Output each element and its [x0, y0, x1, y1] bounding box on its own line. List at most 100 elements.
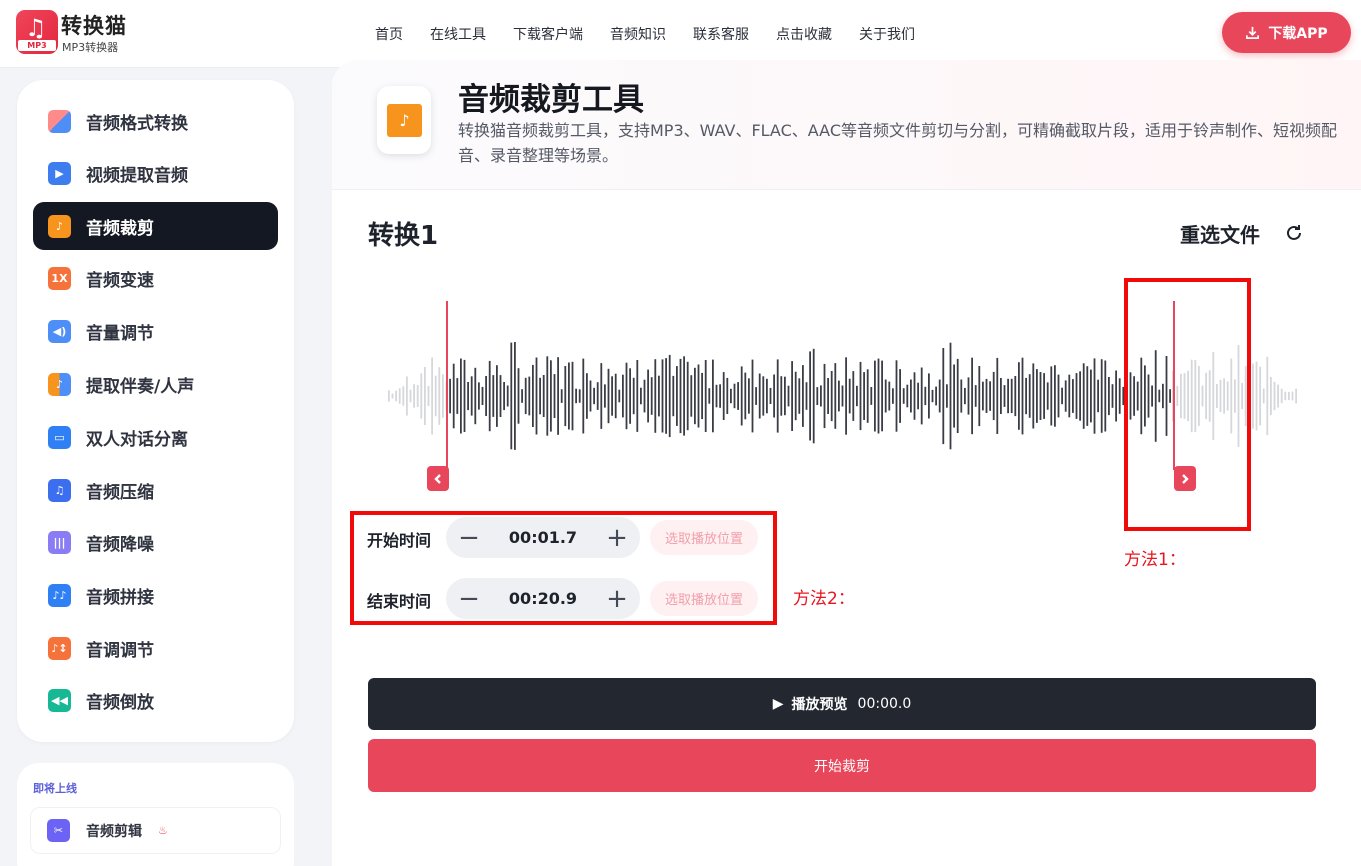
waveform-bar: [532, 364, 534, 427]
annotation-method-1: 方法1：: [1124, 550, 1186, 570]
waveform-bar: [859, 361, 862, 431]
waveform-bar: [434, 375, 437, 417]
waveform-bar: [1079, 371, 1081, 421]
refresh-icon[interactable]: [1284, 223, 1304, 243]
sidebar-item-label: 音频拼接: [86, 587, 154, 608]
nav-bookmark[interactable]: 点击收藏: [776, 24, 832, 44]
play-preview-button[interactable]: ▶ 播放预览 00:00.0: [368, 678, 1316, 730]
waveform-bar: [910, 379, 912, 413]
waveform-bar: [431, 357, 433, 435]
waveform-bar: [683, 356, 685, 436]
waveform-bar: [805, 382, 808, 410]
waveform-bar: [766, 378, 768, 414]
nav-audio-knowledge[interactable]: 音频知识: [610, 24, 666, 44]
waveform-bar: [1039, 372, 1042, 420]
waveform-bar: [546, 356, 549, 436]
waveform-bar: [496, 365, 498, 427]
waveform-bar: [989, 381, 991, 411]
chevron-left-icon: [434, 473, 441, 484]
sidebar-item-label: 双人对话分离: [86, 429, 188, 450]
waveform-bar: [488, 360, 491, 432]
waveform-bar: [618, 389, 621, 403]
waveform-bar: [514, 342, 516, 450]
waveform-bar: [798, 378, 801, 414]
waveform-bar: [1277, 384, 1279, 408]
waveform-bar: [809, 351, 811, 441]
start-handle[interactable]: [427, 466, 449, 491]
coming-soon-audio-edit[interactable]: ✂ 音频剪辑 ♨: [30, 807, 281, 854]
start-cut-button[interactable]: 开始裁剪: [368, 739, 1316, 792]
waveform-bar: [881, 360, 883, 432]
nav-home[interactable]: 首页: [375, 24, 403, 44]
nav-download-client[interactable]: 下载客户端: [513, 24, 583, 44]
waveform-bar: [1295, 388, 1297, 404]
sidebar-item-audio-trim[interactable]: ♪ 音频裁剪: [33, 202, 278, 250]
volume-icon: ◀): [48, 319, 71, 343]
waveform-bar: [726, 377, 729, 414]
waveform-bar: [776, 359, 779, 433]
sidebar-item-denoise[interactable]: ||| 音频降噪: [33, 518, 278, 566]
download-app-button[interactable]: 下载APP: [1222, 12, 1351, 53]
scissors-icon: ✂: [47, 819, 70, 842]
waveform-bar: [424, 367, 426, 426]
sidebar-item-vocal-extract[interactable]: ♪ 提取伴奏/人声: [33, 360, 278, 408]
waveform-bar: [1262, 388, 1265, 404]
logo-icon[interactable]: ♫ MP3: [16, 10, 58, 54]
waveform-bar: [1252, 363, 1254, 429]
waveform-bar: [794, 371, 797, 421]
waveform-bar: [758, 373, 761, 419]
waveform-bar: [510, 342, 513, 450]
waveform-bar: [906, 384, 909, 408]
task-title: 转换1: [368, 221, 439, 251]
main-panel: ♪ 音频裁剪工具 转换猫音频裁剪工具，支持MP3、WAV、FLAC、AAC等音频…: [332, 60, 1361, 866]
waveform-bar: [694, 367, 696, 425]
sidebar-item-reverse[interactable]: ◀◀ 音频倒放: [33, 676, 278, 724]
sidebar-item-pitch[interactable]: ♪↕ 音调调节: [33, 624, 278, 672]
waveform-bar: [636, 360, 639, 432]
waveform-bar: [517, 368, 520, 424]
waveform-bar: [557, 357, 559, 435]
sidebar-item-video-extract[interactable]: ▶ 视频提取音频: [33, 149, 278, 197]
sidebar-item-speed[interactable]: 1X 音频变速: [33, 254, 278, 302]
waveform-bar: [755, 387, 757, 405]
reselect-file-button[interactable]: 重选文件: [1180, 219, 1260, 248]
nav-contact[interactable]: 联系客服: [693, 24, 749, 44]
sidebar-item-dialog-split[interactable]: ▭ 双人对话分离: [33, 413, 278, 461]
waveform-bar: [643, 379, 646, 413]
sidebar-item-label: 提取伴奏/人声: [86, 376, 195, 397]
play-preview-label: 播放预览: [791, 697, 848, 713]
waveform-bar: [600, 363, 603, 429]
sidebar-item-volume[interactable]: ◀) 音量调节: [33, 307, 278, 355]
sidebar-item-format-convert[interactable]: 音频格式转换: [33, 97, 278, 145]
waveform-bar: [539, 377, 541, 415]
waveform-bar: [1000, 378, 1002, 414]
compress-icon: ♫: [48, 478, 71, 502]
waveform-bar: [902, 388, 905, 404]
waveform-bar: [647, 369, 649, 423]
waveform-bar: [863, 372, 865, 420]
nav-online-tools[interactable]: 在线工具: [430, 24, 486, 44]
logo-name[interactable]: 转换猫: [61, 10, 127, 40]
sidebar-item-merge[interactable]: ♪♪ 音频拼接: [33, 571, 278, 619]
waveform-bar: [460, 358, 462, 434]
waveform-bar: [920, 367, 923, 425]
coming-soon-panel: 即将上线 ✂ 音频剪辑 ♨: [17, 763, 294, 866]
waveform-bar: [1082, 363, 1085, 429]
waveform-bar: [949, 342, 952, 450]
waveform-bar: [877, 358, 880, 434]
waveform-bar: [917, 382, 919, 410]
waveform-bar: [1104, 360, 1107, 432]
waveform-bar: [1061, 387, 1063, 405]
nav-about[interactable]: 关于我们: [859, 24, 915, 44]
sidebar-item-label: 音频变速: [86, 270, 154, 291]
waveform-bar: [463, 359, 466, 432]
play-time: 00:00.0: [857, 696, 912, 712]
waveform-bar: [892, 388, 894, 404]
waveform-bar: [834, 363, 837, 429]
waveform-bar: [928, 373, 930, 419]
sidebar-item-compress[interactable]: ♫ 音频压缩: [33, 466, 278, 514]
waveform-bar: [568, 362, 570, 430]
waveform-bar: [762, 376, 765, 416]
waveform-bar: [690, 375, 693, 417]
waveform-bar: [442, 374, 444, 418]
